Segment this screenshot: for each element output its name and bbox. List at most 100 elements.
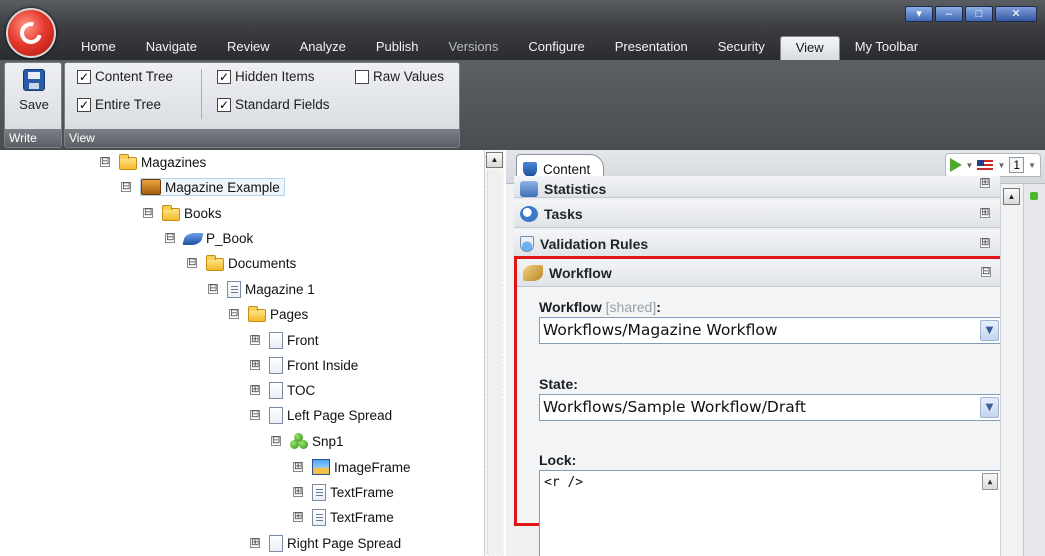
side-panel-strip <box>1023 184 1045 556</box>
collapse-icon[interactable]: ⊟ <box>165 233 175 243</box>
save-icon <box>23 69 45 91</box>
expand-icon[interactable]: ⊞ <box>980 178 990 188</box>
section-statistics[interactable]: Statistics ⊞ <box>514 176 1000 198</box>
chevron-down-icon[interactable]: ▼ <box>1028 161 1036 170</box>
hidden-items-check-icon: ✓ <box>217 69 231 84</box>
workflow-label-text: Workflow <box>539 299 602 315</box>
expand-icon[interactable]: ⊞ <box>250 385 260 395</box>
window-controls: ▾ – □ ✕ <box>905 6 1037 22</box>
tree-scrollbar[interactable]: ▲ <box>484 150 504 556</box>
navigate-arrow-icon[interactable] <box>949 158 962 172</box>
tree-item-toc[interactable]: ⊞ TOC <box>250 379 315 401</box>
tab-security[interactable]: Security <box>703 36 780 60</box>
chevron-down-icon[interactable]: ▼ <box>980 397 999 418</box>
editor-scrollbar[interactable]: ▲ <box>1000 184 1022 556</box>
tab-my-toolbar[interactable]: My Toolbar <box>840 36 933 60</box>
tab-versions[interactable]: Versions <box>434 36 514 60</box>
tree-item-label: Magazine Example <box>165 179 280 195</box>
tree-item-p-book[interactable]: ⊟ P_Book <box>165 227 253 249</box>
section-title: Workflow <box>549 264 612 281</box>
tree-item-right-page-spread[interactable]: ⊞ Right Page Spread <box>250 532 401 554</box>
expand-icon[interactable]: ⊞ <box>980 238 990 248</box>
tab-home[interactable]: Home <box>66 36 131 60</box>
tree-item-magazine-example[interactable]: ⊟ Magazine Example <box>121 176 285 198</box>
application-orb-button[interactable] <box>6 8 56 58</box>
collapse-icon[interactable]: ⊟ <box>271 436 281 446</box>
tree-item-textframe[interactable]: ⊞ TextFrame <box>293 506 394 528</box>
expand-icon[interactable]: ⊞ <box>250 335 260 345</box>
content-tab-label: Content <box>543 162 591 177</box>
collapse-icon[interactable]: ⊟ <box>100 157 110 167</box>
expand-icon[interactable]: ⊞ <box>250 360 260 370</box>
scroll-up-arrow-icon[interactable]: ▲ <box>1003 188 1020 205</box>
tab-analyze[interactable]: Analyze <box>285 36 361 60</box>
lock-textarea[interactable]: <r /> ▲ <box>539 470 1001 556</box>
state-select[interactable]: Workflows/Sample Workflow/Draft ▼ <box>539 394 1001 421</box>
hidden-items-checkbox[interactable]: ✓ Hidden Items <box>217 69 315 84</box>
version-selector[interactable]: 1 <box>1009 157 1025 173</box>
close-button[interactable]: ✕ <box>995 6 1037 22</box>
expand-icon[interactable]: ⊞ <box>293 487 303 497</box>
folder-icon <box>206 254 224 271</box>
maximize-button[interactable]: □ <box>965 6 993 22</box>
standard-fields-checkbox[interactable]: ✓ Standard Fields <box>217 97 330 112</box>
section-tasks[interactable]: Tasks ⊞ <box>514 200 1000 228</box>
tab-presentation[interactable]: Presentation <box>600 36 703 60</box>
workflow-field-label: Workflow [shared]: <box>539 299 1001 317</box>
chevron-down-icon[interactable]: ▼ <box>997 161 1005 170</box>
workflow-select[interactable]: Workflows/Magazine Workflow ▼ <box>539 317 1001 344</box>
tree-item-imageframe[interactable]: ⊞ ImageFrame <box>293 456 411 478</box>
tab-configure[interactable]: Configure <box>513 36 599 60</box>
quick-access-dropdown-button[interactable]: ▾ <box>905 6 933 22</box>
editor-sections: Statistics ⊞ Tasks ⊞ Validation Rules ⊞ … <box>514 176 1004 556</box>
page-icon <box>269 406 283 424</box>
tree-item-left-page-spread[interactable]: ⊟ Left Page Spread <box>250 404 392 426</box>
section-workflow[interactable]: Workflow ⊟ <box>517 259 1001 287</box>
raw-values-checkbox[interactable]: Raw Values <box>355 69 444 84</box>
collapse-icon[interactable]: ⊟ <box>229 309 239 319</box>
workflow-icon <box>523 264 543 281</box>
scroll-up-arrow-icon[interactable]: ▲ <box>486 152 503 168</box>
collapse-icon[interactable]: ⊟ <box>143 208 153 218</box>
tree-item-snp1[interactable]: ⊟ Snp1 <box>271 430 344 452</box>
tree-item-label: Magazine 1 <box>245 281 315 297</box>
chevron-down-icon[interactable]: ▼ <box>966 161 974 170</box>
collapse-icon[interactable]: ⊟ <box>981 267 991 277</box>
entire-tree-check-icon: ✓ <box>77 97 91 112</box>
minimize-button[interactable]: – <box>935 6 963 22</box>
tree-item-front-inside[interactable]: ⊞ Front Inside <box>250 354 358 376</box>
save-button[interactable]: Save <box>11 69 57 127</box>
tree-item-books[interactable]: ⊟ Books <box>143 202 222 224</box>
text-frame-icon <box>312 508 326 526</box>
chevron-down-icon[interactable]: ▼ <box>980 320 999 341</box>
scrollbar-thumb[interactable] <box>487 170 502 554</box>
expand-icon[interactable]: ⊞ <box>250 538 260 548</box>
tab-view[interactable]: View <box>779 36 840 60</box>
tree-item-textframe[interactable]: ⊞ TextFrame <box>293 481 394 503</box>
expand-icon[interactable]: ⊞ <box>980 208 990 218</box>
tab-review[interactable]: Review <box>212 36 285 60</box>
collapse-icon[interactable]: ⊟ <box>187 258 197 268</box>
section-validation-rules[interactable]: Validation Rules ⊞ <box>514 230 1000 258</box>
content-tree-checkbox[interactable]: ✓ Content Tree <box>77 69 173 84</box>
tree-item-documents[interactable]: ⊟ Documents <box>187 252 296 274</box>
language-flag-icon[interactable] <box>977 159 994 171</box>
expand-icon[interactable]: ⊞ <box>293 512 303 522</box>
tab-publish[interactable]: Publish <box>361 36 434 60</box>
tree-item-label: TOC <box>287 382 316 398</box>
tab-navigate[interactable]: Navigate <box>131 36 212 60</box>
collapse-icon[interactable]: ⊟ <box>250 410 260 420</box>
scroll-up-arrow-icon[interactable]: ▲ <box>982 473 998 490</box>
tree-item-front[interactable]: ⊞ Front <box>250 329 319 351</box>
status-indicator-icon <box>1030 192 1038 200</box>
raw-values-label: Raw Values <box>373 69 445 84</box>
collapse-icon[interactable]: ⊟ <box>208 284 218 294</box>
collapse-icon[interactable]: ⊟ <box>121 182 131 192</box>
tree-item-label: Left Page Spread <box>287 407 393 423</box>
content-editor: Content ▼ ▼ 1 ▼ Statistics ⊞ Tasks ⊞ Val… <box>506 150 1045 556</box>
tree-item-magazines[interactable]: ⊟ Magazines <box>100 151 206 173</box>
tree-item-magazine-1[interactable]: ⊟ Magazine 1 <box>208 278 315 300</box>
expand-icon[interactable]: ⊞ <box>293 462 303 472</box>
tree-item-pages[interactable]: ⊟ Pages <box>229 303 308 325</box>
entire-tree-checkbox[interactable]: ✓ Entire Tree <box>77 97 161 112</box>
